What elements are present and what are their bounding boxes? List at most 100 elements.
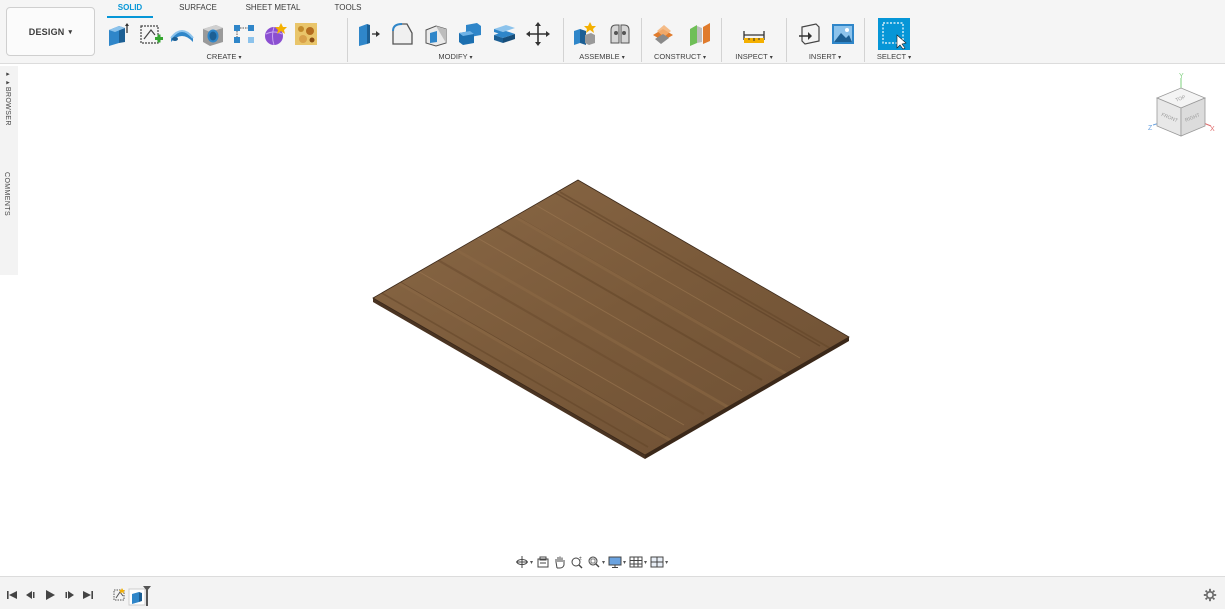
y-axis-label: Y [1179,73,1184,80]
play-button[interactable] [44,588,56,606]
construct-group: CONSTRUCT ▾ [646,18,714,63]
comments-label: COMMENTS [3,172,10,217]
chevron-down-icon: ▾ [908,55,912,61]
midplane-icon[interactable] [686,20,714,48]
fit-icon [588,556,600,568]
chevron-down-icon: ▾ [769,55,773,61]
modify-label: MODIFY [438,52,468,61]
tab-sheet-metal[interactable]: SHEET METAL [243,0,303,18]
shell-icon[interactable] [422,20,450,48]
inspect-menu[interactable]: INSPECT ▾ [725,52,783,61]
next-step-icon [65,591,74,599]
assemble-group: ASSEMBLE ▾ [568,18,636,63]
inspect-label: INSPECT [735,52,768,61]
browser-label: BROWSER [4,86,11,126]
toolbar: DESIGN ▾ SOLID SURFACE SHEET METAL TOOLS [0,0,1225,64]
modify-group: MODIFY ▾ [354,18,557,63]
toolbar-divider [721,18,722,62]
timeline-controls [6,588,94,606]
gear-icon[interactable] [1203,588,1217,602]
pattern-icon[interactable] [230,20,258,48]
combine-icon[interactable] [456,20,484,48]
go-to-start-button[interactable] [6,588,18,606]
comments-panel-toggle[interactable]: COMMENTS [3,172,10,216]
select-label: SELECT [876,52,906,61]
sketch-feature-icon[interactable] [113,588,125,601]
chevron-down-icon: ▾ [838,55,842,61]
orbit-icon [516,556,528,568]
previous-step-button[interactable] [25,588,37,606]
joint-icon[interactable] [606,20,634,48]
modify-menu[interactable]: MODIFY ▾ [354,52,557,61]
look-at-button[interactable] [536,555,550,569]
side-panel: ▸▸BROWSER COMMENTS [0,66,18,275]
zoom-button[interactable]: ± [570,555,584,569]
construct-label: CONSTRUCT [653,52,701,61]
play-icon [46,590,55,600]
sweep-icon[interactable] [168,20,196,48]
toolbar-divider [641,18,642,62]
move-icon[interactable] [524,20,552,48]
select-menu[interactable]: SELECT ▾ [870,52,918,61]
tab-surface[interactable]: SURFACE [153,0,243,18]
select-icon[interactable] [878,18,910,50]
display-settings-button[interactable]: ▾ [608,555,626,569]
create-sketch-icon[interactable] [137,20,165,48]
orbit-button[interactable]: ▾ [515,555,533,569]
next-step-button[interactable] [63,588,75,606]
chevron-down-icon: ▾ [68,28,73,36]
viewports-button[interactable]: ▾ [650,555,668,569]
insert-derive-icon[interactable] [795,20,823,48]
press-pull-icon[interactable] [354,20,382,48]
z-axis-label: Z [1148,125,1153,132]
insert-image-icon[interactable] [829,20,857,48]
measure-icon[interactable] [740,20,768,48]
offset-plane-icon[interactable] [650,20,678,48]
timeline [0,576,1225,609]
assemble-menu[interactable]: ASSEMBLE ▾ [568,52,636,61]
viewports-icon [650,556,664,568]
insert-menu[interactable]: INSERT ▾ [792,52,858,61]
tab-solid[interactable]: SOLID [107,0,153,18]
toolbar-divider [563,18,564,62]
replace-face-icon[interactable] [490,20,518,48]
decal-icon[interactable] [292,20,320,48]
tab-tools[interactable]: TOOLS [303,0,393,18]
pan-button[interactable] [553,555,567,569]
display-settings-icon [608,556,622,568]
extrude-icon[interactable] [104,20,132,48]
create-form-icon[interactable] [261,20,289,48]
construct-menu[interactable]: CONSTRUCT ▾ [646,52,714,61]
timeline-features [113,586,153,608]
workspace-label: DESIGN [28,26,65,37]
create-menu[interactable]: CREATE ▾ [104,52,344,61]
go-to-end-button[interactable] [82,588,94,606]
insert-label: INSERT [808,52,837,61]
chevron-down-icon: ▾ [469,55,473,61]
wood-panel-model[interactable] [0,64,1225,575]
grid-settings-button[interactable]: ▾ [629,555,647,569]
create-label: CREATE [206,52,237,61]
fit-button[interactable]: ▾ [587,555,605,569]
extrude-feature-icon[interactable] [128,588,146,606]
zoom-icon: ± [571,556,583,569]
select-group: SELECT ▾ [870,18,918,63]
go-to-end-icon [83,591,93,599]
hole-icon[interactable] [199,20,227,48]
fusion-app: DESIGN ▾ SOLID SURFACE SHEET METAL TOOLS [0,0,1225,609]
create-group: CREATE ▾ [104,18,344,63]
workspace-switcher-button[interactable]: DESIGN ▾ [6,7,95,56]
grid-settings-icon [629,556,643,568]
assemble-label: ASSEMBLE [579,52,620,61]
svg-text:±: ± [579,556,582,562]
browser-panel-toggle[interactable]: ▸▸BROWSER [3,70,11,126]
expand-icon: ▸▸ [4,70,11,87]
chevron-down-icon: ▾ [238,55,242,61]
toolbar-divider [347,18,348,62]
canvas-viewport[interactable] [0,64,1225,575]
view-cube[interactable]: Y Z X TOP FRONT RIGHT [1145,70,1219,150]
x-axis-label: X [1210,126,1215,133]
new-component-icon[interactable] [570,20,598,48]
fillet-icon[interactable] [388,20,416,48]
go-to-start-icon [7,591,17,599]
